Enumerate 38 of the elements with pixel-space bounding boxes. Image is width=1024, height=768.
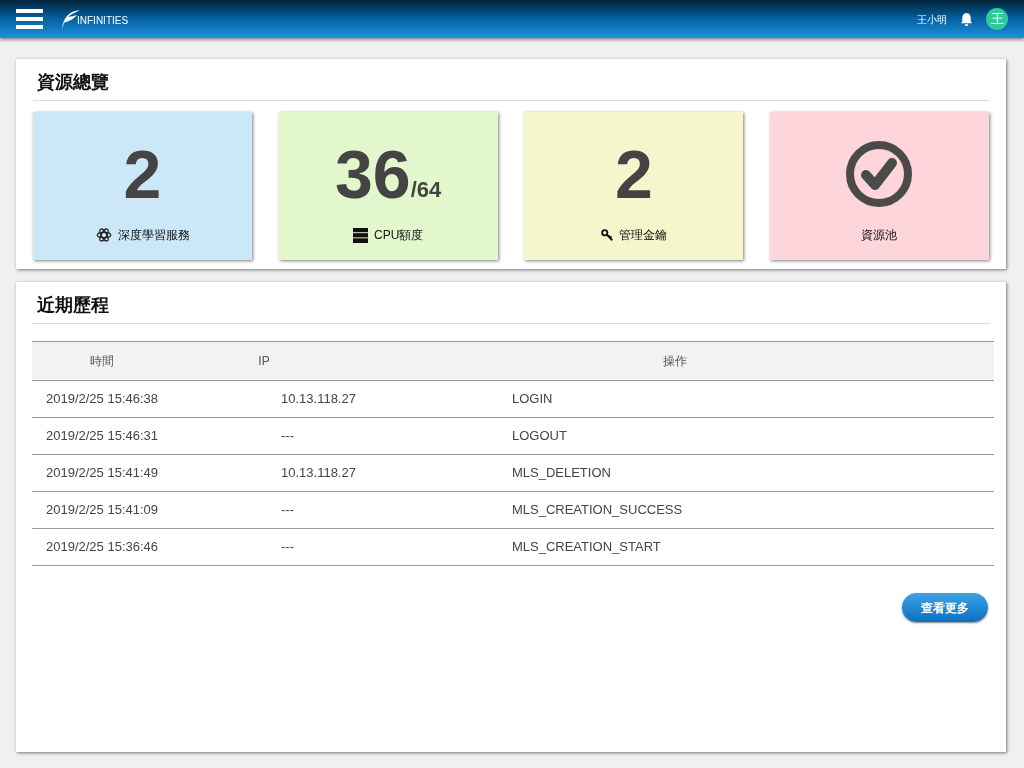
view-more-button[interactable]: 查看更多	[902, 593, 988, 622]
card-count: 36	[335, 140, 411, 208]
card-count: 2	[614, 140, 653, 208]
table-cell: 2019/2/25 15:46:38	[32, 380, 172, 418]
card-label: 深度學習服務	[117, 227, 190, 244]
table-cell: ---	[172, 491, 356, 529]
table-cell: ---	[172, 528, 356, 566]
table-cell: 10.13.118.27	[172, 454, 356, 492]
table-cell: 2019/2/25 15:36:46	[32, 528, 172, 566]
table-cell: ---	[172, 417, 356, 455]
table-cell: LOGOUT	[355, 417, 994, 455]
table-cell: MLS_CREATION_SUCCESS	[355, 491, 994, 529]
panel-title: 近期歷程	[32, 292, 990, 324]
table-cell: MLS_DELETION	[355, 454, 994, 492]
atom-icon	[95, 227, 112, 243]
user-avatar[interactable]: 王	[986, 8, 1008, 30]
card-label: 管理金鑰	[618, 227, 667, 244]
table-cell: 2019/2/25 15:46:31	[32, 417, 172, 455]
user-name: 王小明	[917, 12, 947, 27]
menu-button[interactable]	[16, 9, 43, 29]
panel-title: 資源總覽	[33, 69, 989, 101]
table-cell: LOGIN	[355, 380, 994, 418]
server-icon	[353, 227, 368, 243]
bell-icon[interactable]	[959, 11, 974, 27]
card-count: 2	[123, 140, 162, 208]
key-icon	[600, 229, 613, 241]
card-label: 資源池	[861, 227, 898, 244]
column-header: 操作	[355, 341, 994, 381]
table-cell: 10.13.118.27	[172, 380, 356, 418]
table-cell: MLS_CREATION_START	[355, 528, 994, 566]
column-header: 時間	[32, 341, 172, 381]
table-cell: 2019/2/25 15:41:49	[32, 454, 172, 492]
check-circle-icon	[845, 140, 914, 208]
card-label: CPU額度	[374, 227, 424, 244]
card-total: /64	[410, 177, 442, 204]
column-header: IP	[172, 341, 356, 381]
logo-text: INFINITIES	[77, 14, 129, 28]
table-cell: 2019/2/25 15:41:09	[32, 491, 172, 529]
